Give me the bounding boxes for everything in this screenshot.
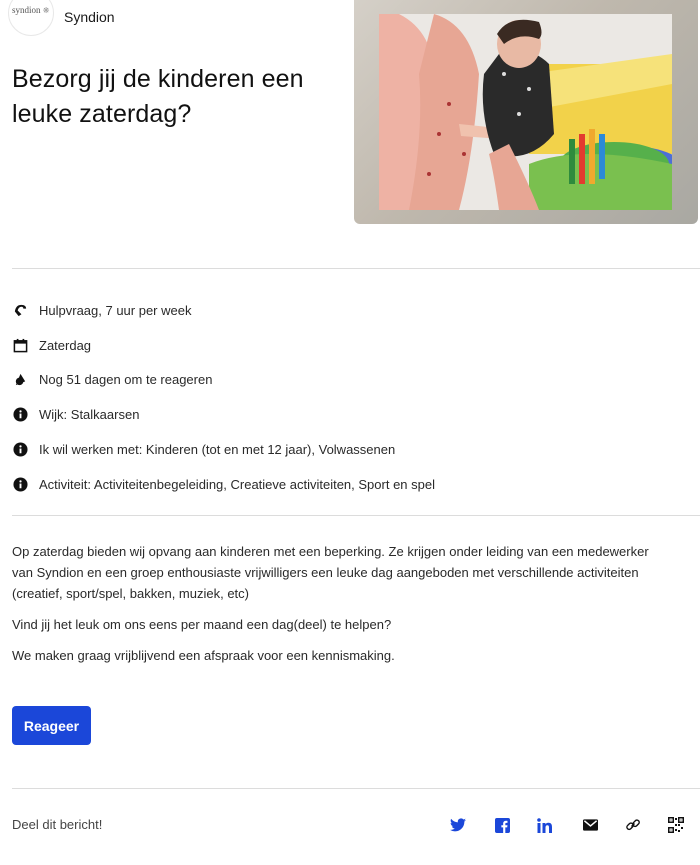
link-icon[interactable] <box>623 814 643 836</box>
description: Op zaterdag bieden wij opvang aan kinder… <box>12 541 672 676</box>
description-paragraph: Op zaterdag bieden wij opvang aan kinder… <box>12 544 649 601</box>
info-icon <box>12 442 28 458</box>
logo-wordmark: syndion ❋ <box>12 5 50 15</box>
info-icon <box>12 476 28 492</box>
qr-code-icon[interactable] <box>666 814 686 836</box>
share-label: Deel dit bericht! <box>12 817 103 832</box>
info-list: Hulpvraag, 7 uur per week Zaterdag Nog 5… <box>12 293 435 502</box>
help-hand-icon <box>12 302 28 318</box>
description-paragraph: Vind jij het leuk om ons eens per maand … <box>12 617 392 632</box>
org-name[interactable]: Syndion <box>64 9 115 25</box>
info-icon <box>12 407 28 423</box>
org-logo[interactable]: syndion ❋ <box>8 0 54 36</box>
info-item-hours: Hulpvraag, 7 uur per week <box>12 293 435 328</box>
share-icons <box>448 814 688 838</box>
photo-image <box>379 14 672 210</box>
hero-photo <box>354 0 698 224</box>
description-paragraph: We maken graag vrijblijvend een afspraak… <box>12 648 395 663</box>
page-title: Bezorg jij de kinderen een leuke zaterda… <box>12 65 304 128</box>
divider <box>12 268 700 269</box>
calendar-icon <box>12 337 28 353</box>
twitter-icon[interactable] <box>448 814 468 836</box>
info-item-deadline: Nog 51 dagen om te reageren <box>12 363 435 398</box>
info-item-day: Zaterdag <box>12 328 435 363</box>
divider <box>12 788 700 789</box>
respond-button[interactable]: Reageer <box>12 706 91 745</box>
clock-icon <box>12 372 28 388</box>
info-item-target-group: Ik wil werken met: Kinderen (tot en met … <box>12 432 435 467</box>
divider <box>12 515 700 516</box>
info-item-activity: Activiteit: Activiteitenbegeleiding, Cre… <box>12 467 435 502</box>
info-item-district: Wijk: Stalkaarsen <box>12 397 435 432</box>
facebook-icon[interactable] <box>492 814 512 836</box>
linkedin-icon[interactable] <box>535 814 555 836</box>
email-icon[interactable] <box>580 814 600 836</box>
